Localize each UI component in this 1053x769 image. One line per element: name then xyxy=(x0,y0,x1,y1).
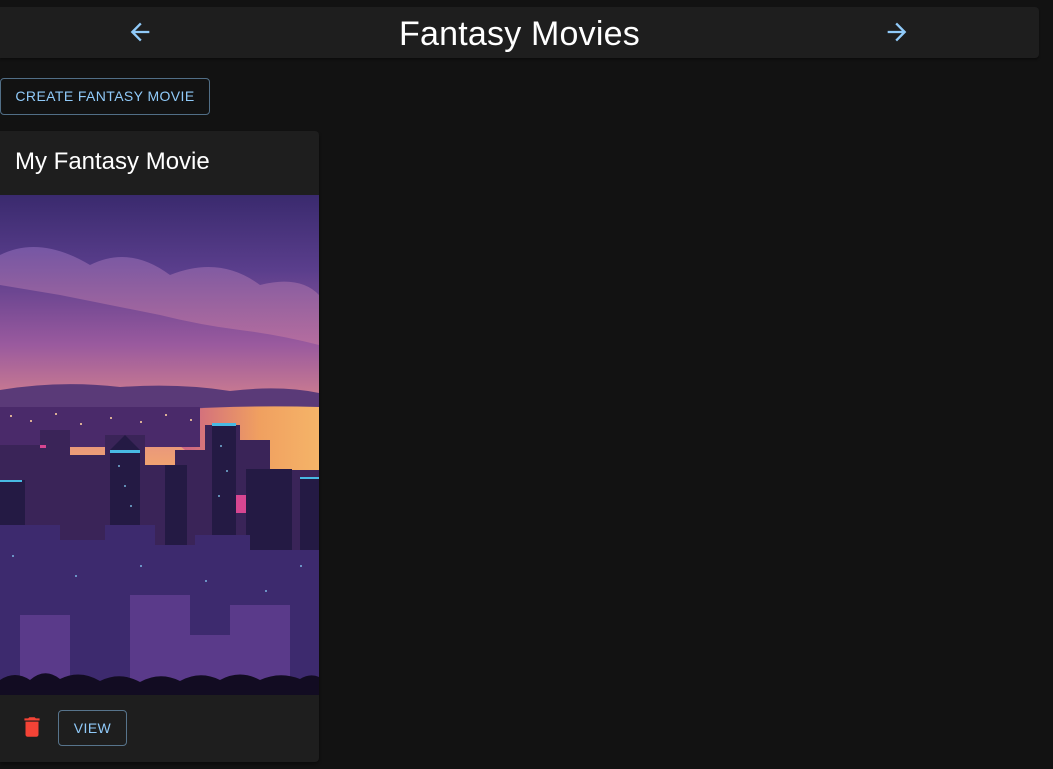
trash-icon xyxy=(24,717,40,737)
app-header: Fantasy Movies xyxy=(0,7,1039,58)
arrow-right-icon xyxy=(887,22,907,42)
view-button[interactable]: VIEW xyxy=(58,710,127,746)
forward-button[interactable] xyxy=(880,15,914,49)
delete-button[interactable] xyxy=(14,709,50,745)
movie-card: My Fantasy Movie VIEW xyxy=(0,131,319,762)
movie-poster-image xyxy=(0,195,319,695)
create-fantasy-movie-button[interactable]: CREATE FANTASY MOVIE xyxy=(0,78,210,115)
movie-card-title: My Fantasy Movie xyxy=(15,148,210,175)
